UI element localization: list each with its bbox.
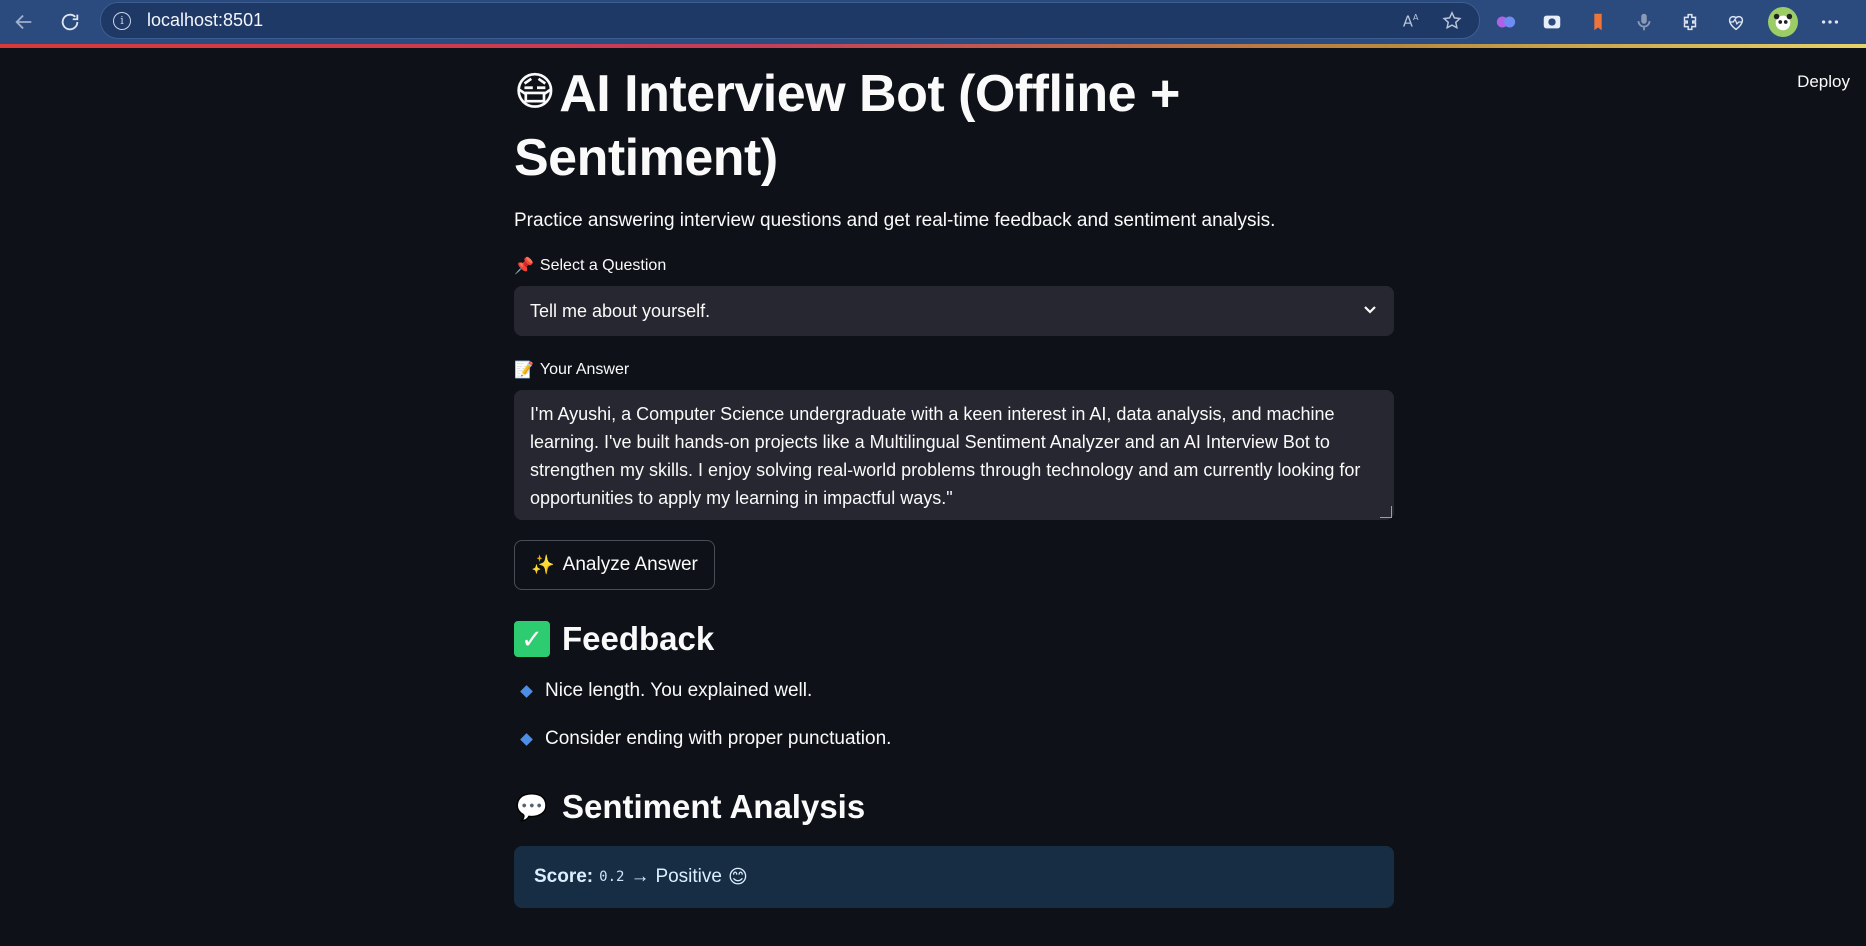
feedback-heading-text: Feedback — [562, 620, 715, 657]
feedback-item-text: Nice length. You explained well. — [545, 680, 813, 701]
microphone-icon[interactable] — [1630, 8, 1658, 36]
extensions-puzzle-icon[interactable] — [1676, 8, 1704, 36]
blue-diamond-icon — [520, 684, 533, 698]
back-arrow-icon[interactable] — [8, 6, 40, 38]
read-aloud-icon[interactable]: AA — [1401, 10, 1423, 37]
chevron-down-icon[interactable] — [1362, 301, 1378, 322]
deploy-button[interactable]: Deploy — [1797, 72, 1850, 92]
memo-icon: 📝 — [514, 362, 534, 379]
health-heart-icon[interactable] — [1722, 8, 1750, 36]
reload-icon[interactable] — [54, 6, 86, 38]
question-label-text: Select a Question — [539, 257, 667, 274]
sparkles-icon: ✨ — [531, 555, 555, 576]
feedback-item-text: Consider ending with proper punctuation. — [545, 728, 892, 749]
question-label: 📌 Select a Question — [514, 256, 1394, 276]
top-accent-line — [0, 44, 1866, 48]
profile-avatar[interactable] — [1768, 7, 1798, 37]
question-selected-value: Tell me about yourself. — [530, 300, 711, 321]
smiling-face-icon: 😊 — [727, 866, 748, 888]
site-info-icon[interactable]: i — [113, 11, 131, 30]
arrow-icon: → — [630, 866, 650, 887]
check-mark-icon: ✓ — [514, 621, 550, 657]
analyze-button-label: Analyze Answer — [562, 554, 698, 575]
sentiment-heading: 💬 Sentiment Analysis — [514, 788, 1394, 826]
list-item: Consider ending with proper punctuation. — [520, 728, 1394, 750]
browser-toolbar: i localhost:8501 AA — [0, 0, 1866, 44]
feedback-section: ✓ Feedback Nice length. You explained we… — [514, 620, 1394, 750]
answer-textarea[interactable]: I'm Ayushi, a Computer Science undergrad… — [514, 390, 1394, 520]
svg-text:A: A — [1403, 14, 1413, 31]
sentiment-result: Positive — [655, 866, 722, 887]
list-item: Nice length. You explained well. — [520, 680, 1394, 702]
score-label: Score: — [534, 866, 594, 887]
more-options-icon[interactable] — [1816, 8, 1844, 36]
page-subtitle: Practice answering interview questions a… — [514, 210, 1276, 231]
page-title-text: AI Interview Bot (Offline + Sentiment) — [514, 65, 1180, 187]
feedback-heading: ✓ Feedback — [514, 620, 1394, 658]
svg-text:A: A — [1413, 12, 1419, 22]
score-value: 0.2 — [599, 869, 625, 885]
answer-label-text: Your Answer — [539, 361, 630, 378]
sentiment-heading-text: Sentiment Analysis — [562, 788, 866, 825]
bookmark-extension-icon[interactable] — [1584, 8, 1612, 36]
mask-face-icon: 😷 — [514, 70, 556, 114]
sentiment-section: 💬 Sentiment Analysis Score: 0.2 → Positi… — [514, 788, 1394, 908]
resize-handle-icon[interactable] — [1380, 506, 1392, 518]
answer-section: 📝 Your Answer I'm Ayushi, a Computer Sci… — [514, 360, 1394, 520]
url-text[interactable]: localhost:8501 — [147, 10, 263, 31]
blue-diamond-icon — [520, 732, 533, 746]
answer-label: 📝 Your Answer — [514, 360, 1394, 380]
page-title: 😷AI Interview Bot (Offline + Sentiment) — [514, 60, 1394, 190]
question-section: 📌 Select a Question Tell me about yourse… — [514, 256, 1394, 336]
screenshot-extension-icon[interactable] — [1538, 8, 1566, 36]
speech-bubble-icon: 💬 — [515, 791, 549, 822]
address-bar[interactable]: i localhost:8501 AA — [100, 2, 1480, 39]
sentiment-score-box: Score: 0.2 → Positive 😊 — [514, 846, 1394, 908]
analyze-answer-button[interactable]: ✨ Analyze Answer — [514, 540, 715, 590]
answer-text[interactable]: I'm Ayushi, a Computer Science undergrad… — [530, 404, 1360, 508]
main-content: 😷AI Interview Bot (Offline + Sentiment) … — [514, 60, 1394, 908]
brain-extension-icon[interactable] — [1492, 8, 1520, 36]
pushpin-icon: 📌 — [514, 258, 534, 275]
favorite-star-icon[interactable] — [1441, 10, 1463, 37]
question-select[interactable]: Tell me about yourself. — [514, 286, 1394, 336]
